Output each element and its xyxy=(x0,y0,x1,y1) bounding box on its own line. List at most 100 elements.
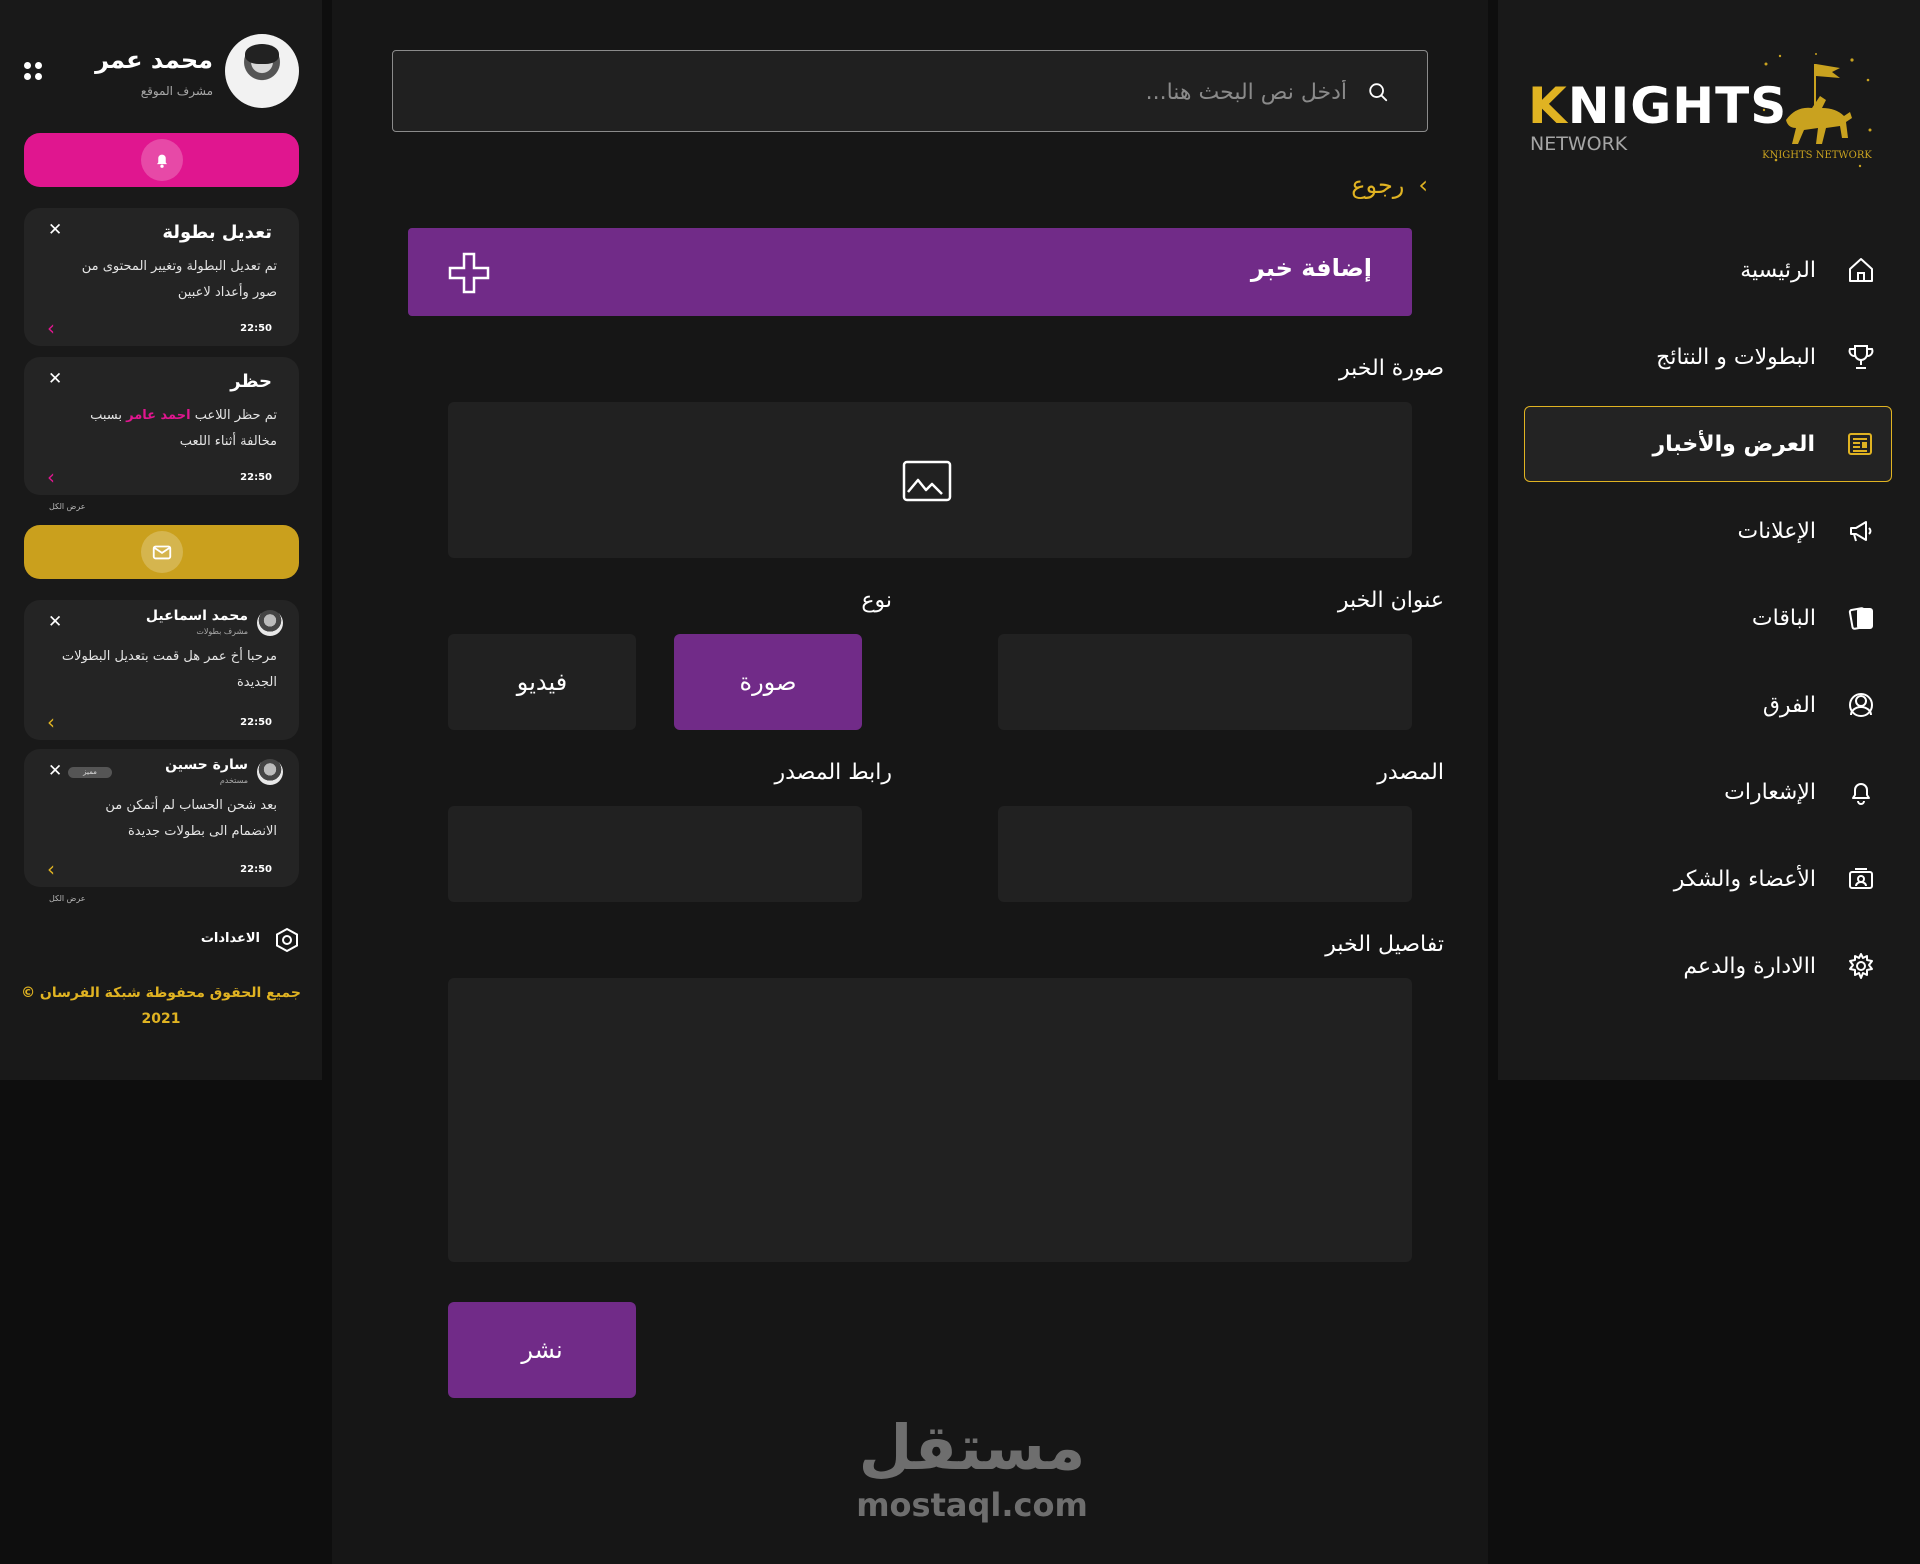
message-time: 22:50 xyxy=(240,864,272,875)
news-title-label: عنوان الخبر xyxy=(1337,588,1444,613)
add-news-header: إضافة خبر xyxy=(408,228,1412,316)
chevron-left-icon[interactable]: ‹ xyxy=(47,857,55,881)
nav-label: العرض والأخبار xyxy=(1652,431,1815,457)
notification-title: تعديل بطولة xyxy=(162,222,272,243)
nav-item-admin[interactable]: االادارة والدعم xyxy=(1524,928,1892,1004)
source-label: المصدر xyxy=(1377,760,1444,785)
gear-icon xyxy=(1849,953,1873,979)
settings-label: الاعدادات xyxy=(200,931,260,946)
message-card[interactable]: محمد اسماعيل مشرف بطولات ✕ مرحبا أخ عمر … xyxy=(24,600,299,740)
type-option-video[interactable]: فيديو xyxy=(448,634,636,730)
message-body: مرحبا أخ عمر هل قمت بتعديل البطولات الجد… xyxy=(61,649,277,690)
news-title-input[interactable] xyxy=(998,634,1412,730)
nav-item-packages[interactable]: الباقات xyxy=(1524,580,1892,656)
nav-item-ads[interactable]: الإعلانات xyxy=(1524,493,1892,569)
message-body: بعد شحن الحساب لم أتمكن من الانضمام الى … xyxy=(105,798,277,839)
search-input[interactable] xyxy=(413,73,1347,111)
type-option-photo[interactable]: صورة xyxy=(674,634,862,730)
cards-icon xyxy=(1848,607,1873,630)
watermark-arabic: مستقل xyxy=(858,1411,1086,1484)
team-icon xyxy=(1849,693,1873,717)
user-profile[interactable]: محمد عمر مشرف الموقع xyxy=(24,34,299,109)
search-bar[interactable] xyxy=(392,50,1428,132)
nav-label: الباقات xyxy=(1751,605,1816,631)
source-link-label: رابط المصدر xyxy=(774,760,892,785)
avatar xyxy=(225,34,299,108)
close-icon[interactable]: ✕ xyxy=(48,369,62,389)
source-link-input[interactable] xyxy=(448,806,862,902)
image-upload-icon[interactable] xyxy=(902,460,952,502)
show-all-messages-link[interactable]: عرض الكل xyxy=(49,894,86,903)
bell-icon xyxy=(1852,783,1870,805)
nav-item-notifications[interactable]: الإشعارات xyxy=(1524,754,1892,830)
watermark: مستقل mostaql.com xyxy=(842,1408,1102,1522)
publish-button[interactable]: نشر xyxy=(448,1302,636,1398)
nav-item-home[interactable]: الرئيسية xyxy=(1524,232,1892,308)
source-input[interactable] xyxy=(998,806,1412,902)
nav-label: الرئيسية xyxy=(1740,257,1816,283)
profile-name: محمد عمر xyxy=(95,46,213,74)
notification-body: تم حظر اللاعب احمد عامر بسبب مخالفة أثنا… xyxy=(90,408,277,449)
news-image-label: صورة الخبر xyxy=(1339,356,1444,381)
nav-label: الأعضاء والشكر xyxy=(1673,866,1816,892)
nav-item-news[interactable]: العرض والأخبار xyxy=(1524,406,1892,482)
messages-toggle-button[interactable] xyxy=(24,525,299,579)
form-title: إضافة خبر xyxy=(1250,254,1372,282)
message-sender-role: مشرف بطولات xyxy=(196,627,248,636)
main-sidebar: KNIGHTS NETWORK KNIGHTS NETWORK الرئيسية… xyxy=(1498,0,1920,1080)
nav-label: الإشعارات xyxy=(1724,779,1816,805)
plus-icon[interactable] xyxy=(446,250,492,296)
grid-menu-icon[interactable] xyxy=(24,62,42,80)
show-all-notifications-link[interactable]: عرض الكل xyxy=(49,502,86,511)
banned-player-name: احمد عامر xyxy=(126,408,191,423)
details-label: تفاصيل الخبر xyxy=(1325,932,1444,957)
nav-item-teams[interactable]: الفرق xyxy=(1524,667,1892,743)
nav-label: الفرق xyxy=(1762,692,1816,718)
notification-time: 22:50 xyxy=(240,472,272,483)
message-time: 22:50 xyxy=(240,717,272,728)
nav-item-members[interactable]: الأعضاء والشكر xyxy=(1524,841,1892,917)
avatar xyxy=(257,759,283,785)
brand-wordmark: KNIGHTS NETWORK xyxy=(1528,80,1787,156)
main-content: › رجوع إضافة خبر صورة الخبر عنوان الخبر … xyxy=(332,0,1488,1564)
notification-time: 22:50 xyxy=(240,323,272,334)
back-label: رجوع xyxy=(1351,171,1405,199)
notification-card[interactable]: تعديل بطولة ✕ تم تعديل البطولة وتغيير ال… xyxy=(24,208,299,346)
status-badge: مميز xyxy=(68,767,112,778)
notifications-toggle-button[interactable] xyxy=(24,133,299,187)
megaphone-icon xyxy=(1850,521,1872,542)
details-textarea[interactable] xyxy=(448,978,1412,1262)
search-icon[interactable] xyxy=(1367,81,1389,103)
home-icon xyxy=(1849,258,1873,282)
close-icon[interactable]: ✕ xyxy=(48,761,62,781)
members-icon xyxy=(1849,868,1873,889)
nav-item-tournaments[interactable]: البطولات و النتائج xyxy=(1524,319,1892,395)
notification-body: تم تعديل البطولة وتغيير المحتوى من صور و… xyxy=(81,259,277,300)
profile-role: مشرف الموقع xyxy=(140,84,213,98)
mail-icon xyxy=(152,545,171,560)
close-icon[interactable]: ✕ xyxy=(48,612,62,632)
copyright: جميع الحقوق محفوظة شبكة الفرسان © 2021 xyxy=(21,985,301,1027)
chevron-left-icon[interactable]: ‹ xyxy=(47,465,55,489)
settings-link[interactable]: الاعدادات xyxy=(190,925,300,955)
avatar xyxy=(257,610,283,636)
nav-label: البطولات و النتائج xyxy=(1656,344,1816,370)
nav-label: الإعلانات xyxy=(1737,518,1816,544)
trophy-icon xyxy=(1848,345,1874,369)
watermark-latin: mostaql.com xyxy=(856,1486,1088,1524)
message-card[interactable]: سارة حسين مستخدم مميز ✕ بعد شحن الحساب ل… xyxy=(24,749,299,887)
message-sender: سارة حسين xyxy=(165,757,248,773)
settings-hexagon-icon xyxy=(276,927,298,953)
chevron-right-icon: › xyxy=(1418,171,1428,199)
notification-card[interactable]: حظر ✕ تم حظر اللاعب احمد عامر بسبب مخالف… xyxy=(24,357,299,495)
type-label: نوع xyxy=(861,588,892,613)
chevron-left-icon[interactable]: ‹ xyxy=(47,710,55,734)
chevron-left-icon[interactable]: ‹ xyxy=(47,316,55,340)
brand-name: NIGHTS xyxy=(1567,77,1788,135)
close-icon[interactable]: ✕ xyxy=(48,220,62,240)
notifications-panel: محمد عمر مشرف الموقع تعديل بطولة ✕ تم تع… xyxy=(0,0,322,1080)
back-link[interactable]: › رجوع xyxy=(1351,168,1428,202)
brand-subtitle: NETWORK xyxy=(1530,133,1628,155)
message-sender-role: مستخدم xyxy=(219,776,248,785)
notification-title: حظر xyxy=(230,371,272,392)
